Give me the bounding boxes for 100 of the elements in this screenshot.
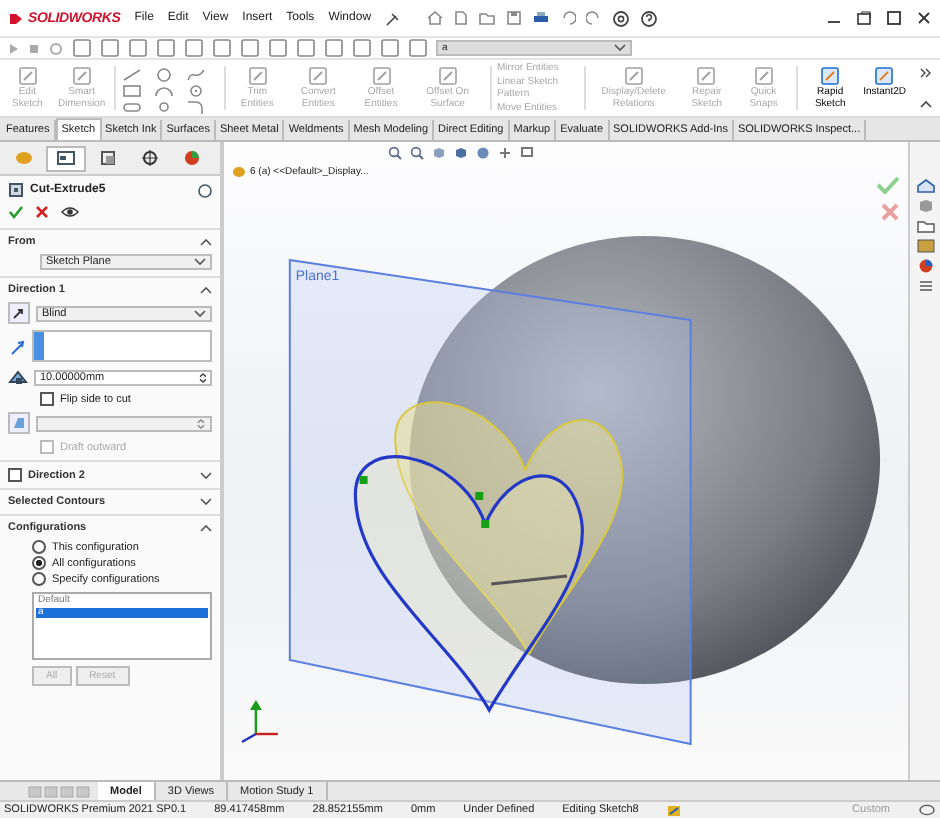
circle-icon[interactable] bbox=[186, 83, 207, 97]
property-icon bbox=[56, 150, 76, 166]
square-icon[interactable] bbox=[156, 38, 176, 58]
maximize-icon[interactable] bbox=[886, 10, 902, 26]
stop-icon[interactable] bbox=[28, 41, 40, 55]
save-icon[interactable] bbox=[505, 10, 522, 26]
arc-icon[interactable] bbox=[154, 83, 175, 97]
part-icon bbox=[232, 166, 246, 178]
direction-arrow-icon bbox=[8, 337, 26, 355]
home-icon[interactable] bbox=[915, 178, 935, 194]
axis-triad-icon bbox=[241, 700, 278, 744]
tool-icon bbox=[71, 66, 92, 86]
square-icon[interactable] bbox=[72, 38, 92, 58]
sketch-point bbox=[475, 492, 484, 500]
palette-icon[interactable] bbox=[915, 238, 935, 254]
square-icon[interactable] bbox=[324, 38, 344, 58]
cube-icon[interactable] bbox=[915, 198, 935, 214]
checkbox[interactable] bbox=[8, 468, 22, 482]
spinner-icon[interactable] bbox=[198, 371, 208, 383]
sphere-icon[interactable] bbox=[476, 146, 490, 160]
home-icon[interactable] bbox=[425, 10, 444, 26]
square-icon[interactable] bbox=[240, 38, 260, 58]
new-document-icon[interactable] bbox=[453, 10, 468, 26]
folder-icon[interactable] bbox=[477, 10, 496, 26]
caret-icon[interactable] bbox=[200, 286, 212, 294]
configuration-icon bbox=[98, 150, 118, 166]
square-icon[interactable] bbox=[408, 38, 428, 58]
rectangle-icon[interactable] bbox=[122, 83, 143, 97]
undo-icon[interactable] bbox=[559, 10, 576, 26]
spline-icon[interactable] bbox=[186, 67, 207, 81]
close-icon[interactable] bbox=[916, 10, 932, 26]
tool-icon bbox=[696, 66, 717, 86]
pin-icon[interactable] bbox=[385, 11, 400, 25]
panel-tab[interactable] bbox=[46, 145, 86, 171]
square-icon[interactable] bbox=[268, 38, 288, 58]
tool-icon bbox=[371, 66, 391, 86]
logo-icon bbox=[8, 11, 24, 25]
sketch-point bbox=[481, 520, 490, 528]
caret-icon[interactable] bbox=[194, 258, 206, 266]
line-icon[interactable] bbox=[122, 67, 143, 81]
caret-icon[interactable] bbox=[200, 471, 212, 479]
reverse-direction-button[interactable] bbox=[8, 302, 30, 324]
draft-button[interactable] bbox=[8, 412, 30, 434]
slot-icon[interactable] bbox=[122, 99, 143, 113]
folder-icon[interactable] bbox=[915, 218, 935, 234]
circle-icon[interactable] bbox=[154, 99, 175, 113]
tool-icon bbox=[753, 66, 774, 86]
monitor-icon[interactable] bbox=[520, 146, 534, 160]
feature-tree-icon bbox=[14, 150, 34, 166]
redo-icon[interactable] bbox=[585, 10, 602, 26]
tool-icon bbox=[820, 66, 841, 86]
settings-icon[interactable] bbox=[611, 9, 630, 27]
square-icon[interactable] bbox=[128, 38, 148, 58]
sketch-point bbox=[359, 476, 368, 484]
appearance-icon bbox=[182, 150, 202, 166]
tool-icon bbox=[874, 66, 895, 86]
square-icon[interactable] bbox=[212, 38, 232, 58]
restore-icon[interactable] bbox=[856, 10, 872, 26]
tool-icon bbox=[308, 66, 329, 86]
appearance-icon[interactable] bbox=[915, 258, 935, 274]
record-icon[interactable] bbox=[48, 41, 64, 55]
square-icon[interactable] bbox=[352, 38, 372, 58]
circle-icon[interactable] bbox=[154, 67, 175, 81]
dimension-line bbox=[491, 574, 568, 586]
zoom-fit-icon[interactable] bbox=[388, 146, 402, 160]
zoom-area-icon[interactable] bbox=[410, 146, 424, 160]
square-icon[interactable] bbox=[380, 38, 400, 58]
arrow-icon bbox=[12, 306, 26, 320]
more-icon[interactable] bbox=[920, 68, 932, 78]
play-icon[interactable] bbox=[8, 41, 20, 55]
draft-icon bbox=[12, 416, 26, 430]
tool-icon bbox=[17, 66, 38, 86]
square-icon[interactable] bbox=[100, 38, 120, 58]
ok-icon[interactable] bbox=[8, 204, 24, 220]
square-icon[interactable] bbox=[296, 38, 316, 58]
caret-icon[interactable] bbox=[200, 238, 212, 246]
cancel-icon[interactable] bbox=[34, 204, 50, 220]
radio-button[interactable] bbox=[32, 572, 46, 586]
tool-icon bbox=[247, 66, 268, 86]
caret-icon[interactable] bbox=[200, 524, 212, 532]
ok-icon[interactable] bbox=[876, 176, 900, 194]
checkbox[interactable] bbox=[40, 392, 54, 406]
draft-angle-field[interactable] bbox=[36, 415, 212, 431]
depth-icon bbox=[8, 368, 28, 386]
target-icon bbox=[140, 150, 160, 166]
eye-icon[interactable] bbox=[60, 204, 80, 220]
fillet-icon[interactable] bbox=[186, 99, 207, 113]
collapse-icon[interactable] bbox=[920, 100, 932, 108]
list-icon[interactable] bbox=[915, 278, 935, 294]
cut-extrude-icon bbox=[8, 182, 24, 198]
caret-icon[interactable] bbox=[194, 309, 206, 317]
tool-icon bbox=[437, 66, 458, 86]
radio-button[interactable] bbox=[32, 540, 46, 554]
tool-icon bbox=[623, 66, 644, 86]
caret-icon[interactable] bbox=[614, 44, 626, 52]
print-icon[interactable] bbox=[531, 10, 550, 26]
light-icon[interactable] bbox=[498, 146, 512, 160]
caret-icon[interactable] bbox=[200, 498, 212, 506]
radio-button[interactable] bbox=[32, 556, 46, 570]
square-icon[interactable] bbox=[184, 38, 204, 58]
